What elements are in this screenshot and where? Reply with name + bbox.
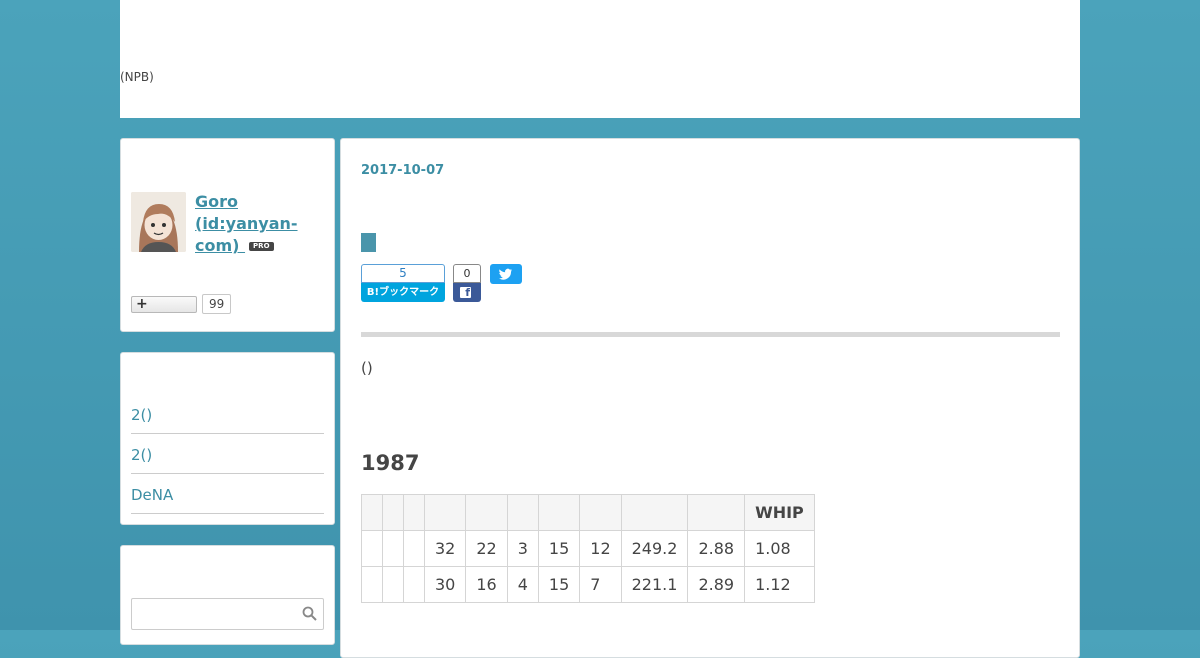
table-cell — [361, 566, 383, 603]
table-cell — [403, 566, 425, 603]
recent-entries-list: 2() 2() DeNA — [131, 395, 324, 515]
pro-badge: PRO — [249, 242, 274, 251]
table-cell: 221.1 — [620, 566, 689, 603]
table-header-cell — [403, 494, 425, 531]
hatena-bookmark-button[interactable]: 5 B!ブックマーク — [361, 264, 445, 304]
table-header-cell — [361, 494, 383, 531]
twitter-icon — [499, 268, 512, 280]
table-cell: 2.89 — [687, 566, 746, 603]
recent-entry-link[interactable]: 2() — [131, 395, 324, 434]
search-icon[interactable] — [302, 606, 317, 621]
table-cell — [403, 530, 425, 567]
recent-entry-link[interactable]: DeNA — [131, 475, 324, 514]
stats-table: WHIP 32 22 3 15 12 249.2 2.88 1.08 30 16… — [361, 494, 815, 603]
table-cell — [382, 530, 404, 567]
search-input[interactable] — [131, 598, 324, 630]
table-header-cell — [506, 494, 539, 531]
table-cell: 2.88 — [687, 530, 746, 567]
table-header-row: WHIP — [361, 494, 815, 531]
table-cell: 4 — [506, 566, 539, 603]
table-cell: 30 — [423, 566, 467, 603]
blog-header: (NPB) — [120, 0, 1080, 118]
table-cell: 7 — [579, 566, 622, 603]
article-date[interactable]: 2017-10-07 — [361, 163, 444, 178]
table-header-cell — [620, 494, 689, 531]
section-heading: 1987 — [361, 451, 420, 475]
table-header-cell — [687, 494, 746, 531]
recent-entry-link[interactable]: 2() — [131, 435, 324, 474]
search-panel — [120, 545, 335, 645]
avatar[interactable] — [131, 192, 186, 252]
table-cell: 12 — [579, 530, 622, 567]
facebook-share-count[interactable]: 0 — [453, 264, 481, 283]
facebook-share-button[interactable]: 0 f — [453, 264, 481, 304]
follow-button[interactable]: + — [131, 296, 197, 313]
table-cell: 1.08 — [744, 530, 815, 567]
table-cell: 32 — [423, 530, 467, 567]
table-cell: 249.2 — [620, 530, 689, 567]
hatena-bookmark-count[interactable]: 5 — [361, 264, 445, 283]
table-row: 32 22 3 15 12 249.2 2.88 1.08 — [361, 530, 815, 567]
table-header-cell: WHIP — [744, 494, 815, 531]
table-header-cell — [382, 494, 404, 531]
follower-count: 99 — [202, 294, 232, 314]
username-text[interactable]: Goro (id:yanyan-com) — [195, 192, 298, 255]
article-title-marker — [361, 233, 376, 252]
blog-tagline: (NPB) — [120, 70, 154, 84]
article-panel: 2017-10-07 5 B!ブックマーク 0 f () 1987 WHIP 3… — [340, 138, 1080, 658]
table-cell: 16 — [465, 566, 508, 603]
profile-username-link[interactable]: Goro (id:yanyan-com) PRO — [195, 191, 325, 257]
table-header-cell — [423, 494, 467, 531]
table-cell: 15 — [537, 566, 581, 603]
twitter-share-button[interactable] — [490, 264, 522, 284]
table-cell: 22 — [465, 530, 508, 567]
content-divider — [361, 332, 1060, 337]
hatena-bookmark-label[interactable]: B!ブックマーク — [361, 283, 445, 302]
table-header-cell — [465, 494, 508, 531]
table-header-cell — [537, 494, 581, 531]
table-header-cell — [579, 494, 622, 531]
facebook-icon[interactable]: f — [453, 283, 481, 302]
table-cell: 15 — [537, 530, 581, 567]
profile-panel: Goro (id:yanyan-com) PRO + 99 — [120, 138, 335, 332]
table-row: 30 16 4 15 7 221.1 2.89 1.12 — [361, 566, 815, 603]
table-cell: 3 — [506, 530, 539, 567]
article-intro: () — [361, 359, 373, 377]
recent-entries-panel: 2() 2() DeNA — [120, 352, 335, 525]
table-cell: 1.12 — [744, 566, 815, 603]
table-cell — [361, 530, 383, 567]
table-cell — [382, 566, 404, 603]
